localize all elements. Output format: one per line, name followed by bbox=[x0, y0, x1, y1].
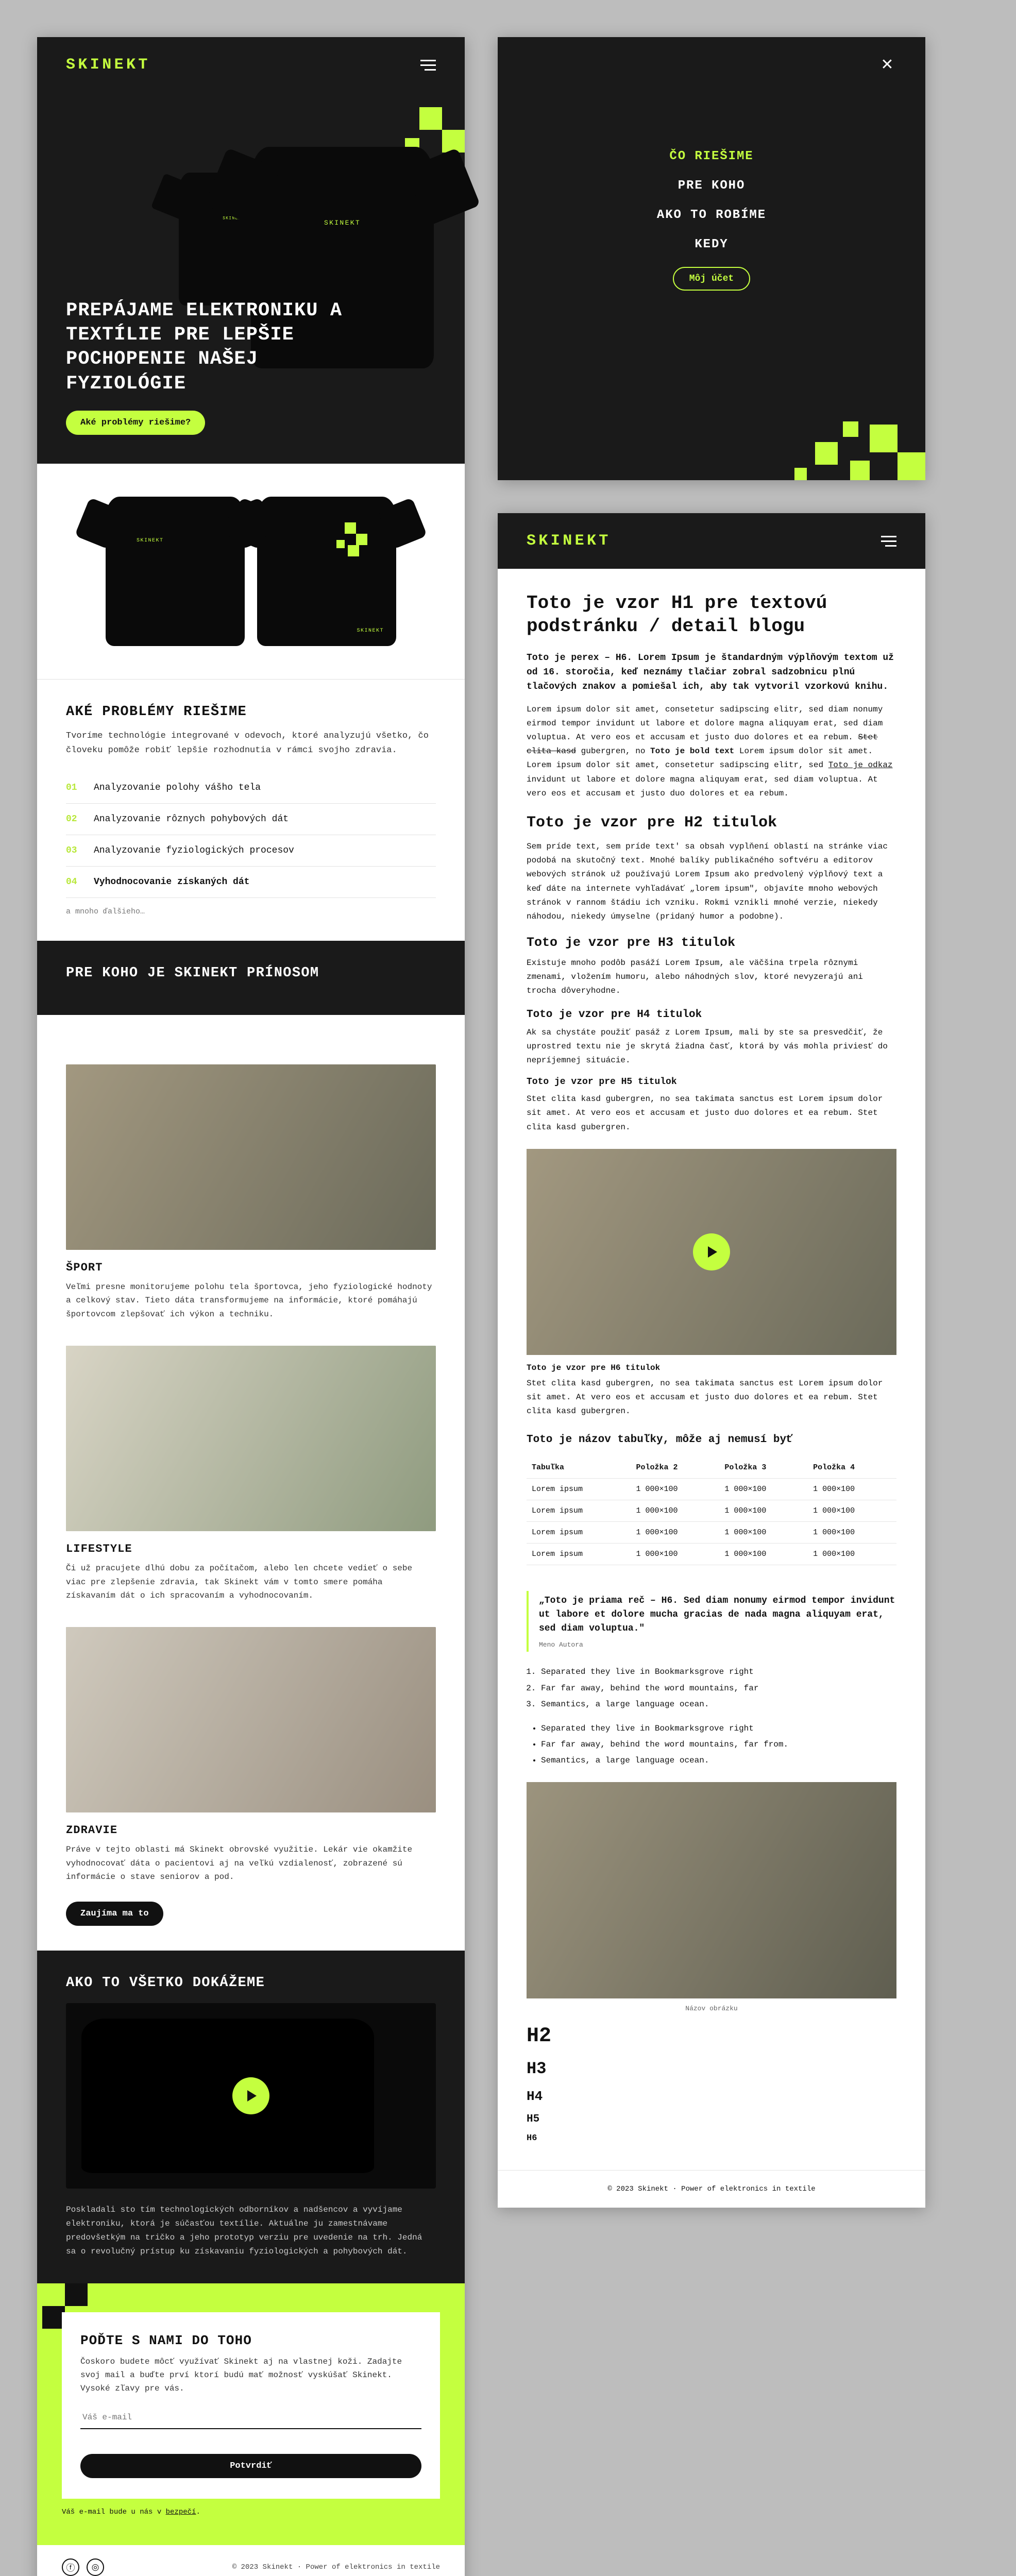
article-p: Stet clita kasd gubergren, no sea takima… bbox=[527, 1377, 896, 1419]
list-item: 04Vyhodnocovanie získaných dát bbox=[66, 867, 436, 898]
article-video[interactable] bbox=[527, 1149, 896, 1355]
problems-title: AKÉ PROBLÉMY RIEŠIME bbox=[66, 704, 436, 720]
article-h4: Toto je vzor pre H4 titulok bbox=[527, 1009, 896, 1021]
form-title: POĎTE S NAMI DO TOHO bbox=[80, 2333, 421, 2348]
article-h3: Toto je vzor pre H3 titulok bbox=[527, 935, 896, 950]
article-p: Lorem ipsum dolor sit amet, consetetur s… bbox=[527, 703, 896, 801]
play-icon bbox=[232, 2077, 269, 2114]
feature-text: Či už pracujete dlhú dobu za počítačom, … bbox=[66, 1562, 436, 1602]
logo: SKINEKT bbox=[66, 56, 150, 74]
feature-image-health bbox=[66, 1627, 436, 1812]
nav-item[interactable]: KEDY bbox=[695, 238, 728, 251]
article-p: Ak sa chystáte použiť pasáž z Lorem Ipsu… bbox=[527, 1026, 896, 1068]
article-h1: Toto je vzor H1 pre textovú podstránku /… bbox=[527, 591, 896, 638]
table-row: Lorem ipsum1 000×1001 000×1001 000×100 bbox=[527, 1544, 896, 1565]
article-h5: Toto je vzor pre H5 titulok bbox=[527, 1077, 896, 1087]
feature-text: Veľmi presne monitorujeme polohu tela šp… bbox=[66, 1280, 436, 1321]
feature-heading: ŠPORT bbox=[66, 1261, 436, 1274]
list-item: 03Analyzovanie fyziologických procesov bbox=[66, 835, 436, 867]
problems-lead: Tvoríme technológie integrované v odevoc… bbox=[66, 729, 436, 758]
footer-text: © 2023 Skinekt · Power of elektronics in… bbox=[232, 2563, 440, 2571]
account-button[interactable]: Môj účet bbox=[673, 267, 750, 291]
facebook-icon[interactable]: ⓕ bbox=[62, 2558, 79, 2576]
how-video[interactable] bbox=[66, 2003, 436, 2189]
feature-heading: ZDRAVIE bbox=[66, 1824, 436, 1837]
table-row: Lorem ipsum1 000×1001 000×1001 000×100 bbox=[527, 1500, 896, 1522]
ordered-list: Separated they live in Bookmarksgrove ri… bbox=[527, 1665, 896, 1711]
instagram-icon[interactable]: ◎ bbox=[87, 2558, 104, 2576]
feature-image-lifestyle bbox=[66, 1346, 436, 1531]
logo: SKINEKT bbox=[527, 532, 611, 550]
list-item: 02Analyzovanie rôznych pohybových dát bbox=[66, 804, 436, 835]
article-perex: Toto je perex – H6. Lorem Ipsum je štand… bbox=[527, 651, 896, 694]
article-h6: Toto je vzor pre H6 titulok bbox=[527, 1363, 896, 1372]
article-image bbox=[527, 1782, 896, 1998]
article-p: Existuje mnoho podôb pasáží Lorem Ipsum,… bbox=[527, 956, 896, 998]
form-text: Čoskoro budete môcť využívať Skinekt aj … bbox=[80, 2355, 421, 2395]
blockquote: „Toto je priama reč – H6. Sed diam nonum… bbox=[527, 1591, 896, 1652]
nav-item[interactable]: AKO TO ROBÍME bbox=[657, 208, 766, 222]
problems-more: a mnoho ďalšieho… bbox=[66, 907, 436, 916]
footer-text: © 2023 Skinekt · Power of elektronics in… bbox=[498, 2171, 925, 2208]
image-caption: Názov obrázku bbox=[527, 2005, 896, 2012]
list-item: 01Analyzovanie polohy vášho tela bbox=[66, 772, 436, 804]
feature-image-sport bbox=[66, 1064, 436, 1250]
unordered-list: Separated they live in Bookmarksgrove ri… bbox=[527, 1722, 896, 1768]
article-p: Stet clita kasd gubergren, no sea takima… bbox=[527, 1092, 896, 1134]
article-h2: Toto je vzor pre H2 titulok bbox=[527, 814, 896, 832]
nav-item[interactable]: PRE KOHO bbox=[678, 179, 746, 193]
table-row: Lorem ipsum1 000×1001 000×1001 000×100 bbox=[527, 1479, 896, 1500]
problems-list: 01Analyzovanie polohy vášho tela 02Analy… bbox=[66, 772, 436, 898]
menu-button[interactable] bbox=[878, 532, 896, 550]
who-title: PRE KOHO JE SKINEKT PRÍNOSOM bbox=[66, 965, 436, 981]
hero-title: PREPÁJAME ELEKTRONIKU A TEXTÍLIE PRE LEP… bbox=[66, 299, 354, 396]
how-title: AKO TO VŠETKO DOKÁŽEME bbox=[66, 1975, 436, 1991]
inline-link[interactable]: Toto je odkaz bbox=[828, 760, 893, 770]
table-row: Lorem ipsum1 000×1001 000×1001 000×100 bbox=[527, 1522, 896, 1544]
submit-button[interactable]: Potvrdiť bbox=[80, 2454, 421, 2478]
play-icon bbox=[693, 1233, 730, 1270]
product-showcase: SKINEKT SKINEKT bbox=[37, 464, 465, 679]
nav-item[interactable]: ČO RIEŠIME bbox=[669, 149, 753, 163]
table-title: Toto je názov tabuľky, môže aj nemusí by… bbox=[527, 1434, 896, 1446]
who-cta[interactable]: Zaujíma ma to bbox=[66, 1902, 163, 1926]
pixel-decoration bbox=[760, 377, 925, 480]
menu-button[interactable] bbox=[417, 56, 436, 74]
data-table: TabuľkaPoložka 2Položka 3Položka 4 Lorem… bbox=[527, 1457, 896, 1565]
heading-stack: H2 H3 H4 H5 H6 bbox=[527, 2025, 896, 2143]
form-note: Váš e-mail bude u nás v bezpečí. bbox=[62, 2508, 440, 2516]
feature-text: Práve v tejto oblasti má Skinekt obrovsk… bbox=[66, 1843, 436, 1884]
feature-heading: LIFESTYLE bbox=[66, 1543, 436, 1555]
close-button[interactable]: ✕ bbox=[878, 56, 896, 74]
hero-cta[interactable]: Aké problémy riešime? bbox=[66, 411, 205, 435]
how-text: Poskladali sto tím technologických odbor… bbox=[66, 2203, 436, 2259]
email-input[interactable] bbox=[80, 2406, 421, 2429]
article-p: Sem príde text, sem príde text' sa obsah… bbox=[527, 840, 896, 924]
